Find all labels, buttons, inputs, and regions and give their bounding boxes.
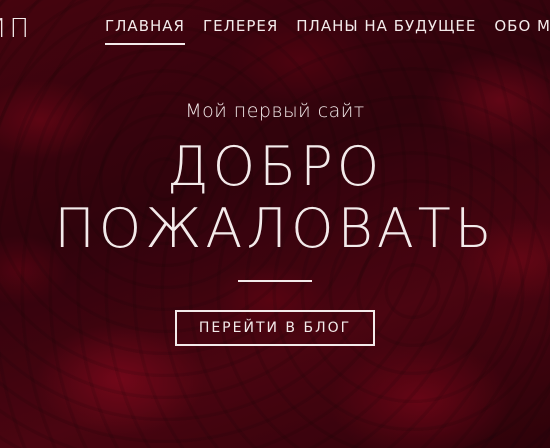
- hero-divider: [238, 280, 312, 282]
- hero-headline: ДОБРО ПОЖАЛОВАТЬ: [0, 136, 550, 260]
- main-nav: ГЛАВНАЯ ГЕЛЕРЕЯ ПЛАНЫ НА БУДУЩЕЕ ОБО МНЕ: [105, 17, 550, 45]
- nav-item-gallery[interactable]: ГЕЛЕРЕЯ: [203, 17, 278, 45]
- hero-section: ТИП ГЛАВНАЯ ГЕЛЕРЕЯ ПЛАНЫ НА БУДУЩЕЕ ОБО…: [0, 0, 550, 448]
- hero-headline-line-2: ПОЖАЛОВАТЬ: [54, 197, 496, 260]
- hero-content: Мой первый сайт ДОБРО ПОЖАЛОВАТЬ ПЕРЕЙТИ…: [0, 100, 550, 346]
- hero-subtitle: Мой первый сайт: [185, 100, 365, 122]
- hero-headline-line-1: ДОБРО: [166, 135, 384, 198]
- nav-item-about[interactable]: ОБО МНЕ: [494, 17, 550, 45]
- site-logo[interactable]: ТИП: [0, 14, 33, 44]
- go-to-blog-button[interactable]: ПЕРЕЙТИ В БЛОГ: [174, 310, 376, 346]
- nav-item-home[interactable]: ГЛАВНАЯ: [105, 17, 185, 45]
- nav-item-future-plans[interactable]: ПЛАНЫ НА БУДУЩЕЕ: [296, 17, 476, 45]
